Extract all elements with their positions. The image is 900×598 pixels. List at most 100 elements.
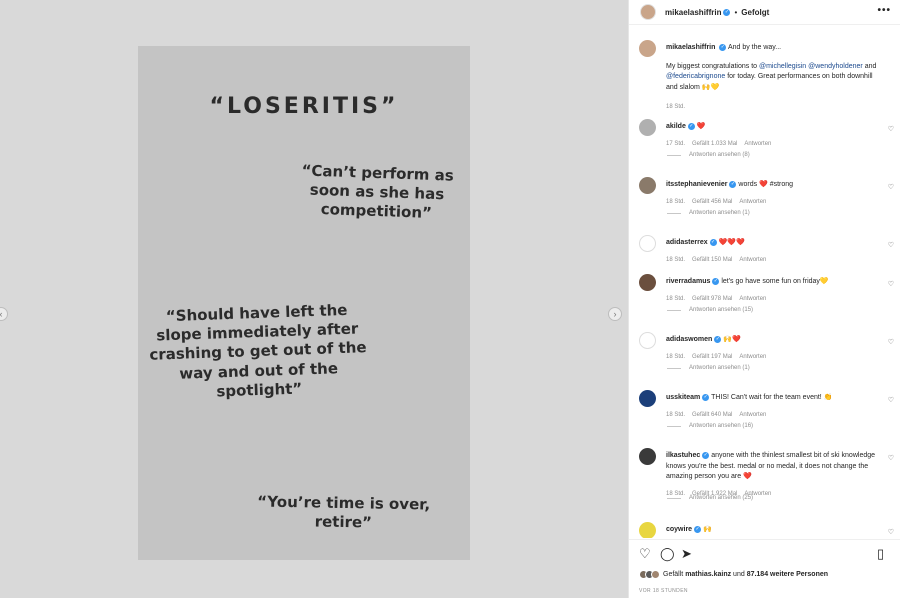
- comment-username[interactable]: adidasterrex: [666, 239, 708, 246]
- post-header: mikaelashiffrin ✓ • Gefolgt •••: [629, 0, 900, 24]
- mention-link[interactable]: @federicabrignone: [666, 73, 725, 80]
- comment-heart-icon[interactable]: ♡: [888, 183, 894, 191]
- liked-by-user[interactable]: mathias.kainz: [685, 571, 731, 578]
- comment-time: 18 Std.: [666, 256, 686, 263]
- comment-username[interactable]: itsstephanievenier: [666, 181, 727, 188]
- liker-avatar: [651, 570, 660, 579]
- bookmark-icon[interactable]: ▯: [877, 546, 884, 562]
- comment-text: ❤️: [696, 123, 706, 130]
- media-area: “LOSERITIS” “Can’t perform as soon as sh…: [0, 0, 628, 598]
- reply-button[interactable]: Antworten: [739, 296, 766, 302]
- comment-text: THIS! Can't wait for the team event! 👏: [711, 394, 833, 401]
- comment-heart-icon[interactable]: ♡: [888, 280, 894, 288]
- author-avatar[interactable]: [640, 4, 656, 20]
- commenter-avatar[interactable]: [639, 390, 656, 407]
- caption-lead: And by the way...: [727, 44, 782, 51]
- comment-body: ilkastuhec ✓ anyone with the thinlest sma…: [666, 451, 884, 499]
- verified-badge-icon: ✓: [729, 180, 737, 188]
- view-replies-label: Antworten ansehen (1): [689, 210, 750, 216]
- header-divider: [629, 24, 900, 25]
- caption-time-text: 18 Std.: [666, 104, 686, 110]
- verified-badge-icon: ✓: [702, 451, 710, 459]
- comment-meta: 17 Std. Gefällt 1.033 Mal Antworten: [666, 139, 884, 150]
- commenter-avatar[interactable]: [639, 332, 656, 349]
- post-image[interactable]: “LOSERITIS” “Can’t perform as soon as sh…: [138, 46, 470, 560]
- verified-badge-icon: ✓: [723, 8, 731, 16]
- reply-button[interactable]: Antworten: [744, 141, 771, 147]
- comment-time: 18 Std.: [666, 198, 686, 205]
- comment-body: riverradamus ✓ let's go have some fun on …: [666, 277, 884, 304]
- commenter-avatar[interactable]: [639, 177, 656, 194]
- comment-username[interactable]: usskiteam: [666, 394, 700, 401]
- view-replies-label: Antworten ansehen (16): [689, 423, 754, 429]
- comment-like-count[interactable]: Gefällt 640 Mal: [692, 412, 732, 418]
- comment-heart-icon[interactable]: ♡: [888, 338, 894, 346]
- commenter-avatar[interactable]: [639, 119, 656, 136]
- view-replies-button[interactable]: Antworten ansehen (1): [667, 210, 750, 216]
- comment-time: 17 Std.: [666, 140, 686, 147]
- comment-time: 18 Std.: [666, 295, 686, 302]
- commenter-avatar[interactable]: [639, 448, 656, 465]
- header-separator: •: [734, 7, 738, 17]
- chevron-right-icon: ›: [613, 309, 617, 319]
- caption-username[interactable]: mikaelashiffrin: [666, 44, 715, 51]
- reply-button[interactable]: Antworten: [739, 199, 766, 205]
- comment-username[interactable]: coywire: [666, 526, 692, 533]
- likes-text: Gefällt mathias.kainz und 87.184 weitere…: [663, 571, 828, 578]
- comment-like-count[interactable]: Gefällt 456 Mal: [692, 199, 732, 205]
- replies-line: [667, 154, 681, 156]
- caption-body: mikaelashiffrin ✓ And by the way... My b…: [666, 43, 884, 113]
- comments-list[interactable]: mikaelashiffrin ✓ And by the way... My b…: [629, 26, 900, 538]
- heart-outline-icon[interactable]: ♡: [639, 546, 651, 562]
- reply-button[interactable]: Antworten: [739, 354, 766, 360]
- replies-line: [667, 309, 681, 311]
- view-replies-button[interactable]: Antworten ansehen (16): [667, 423, 753, 429]
- comment-heart-icon[interactable]: ♡: [888, 396, 894, 404]
- comment-username[interactable]: ilkastuhec: [666, 452, 700, 459]
- reply-button[interactable]: Antworten: [739, 257, 766, 263]
- slide-quote-1: “Can’t perform as soon as she has compet…: [301, 161, 455, 223]
- comment-like-count[interactable]: Gefällt 978 Mal: [692, 296, 732, 302]
- more-options-icon[interactable]: •••: [877, 5, 891, 16]
- caption-and: and: [864, 62, 877, 70]
- verified-badge-icon: ✓: [712, 277, 720, 285]
- next-slide-button[interactable]: ›: [608, 307, 622, 321]
- liked-by-count[interactable]: 87.184 weitere Personen: [747, 571, 828, 578]
- previous-post-button[interactable]: ‹: [0, 307, 8, 321]
- view-replies-button[interactable]: Antworten ansehen (15): [667, 307, 753, 313]
- comment-username[interactable]: riverradamus: [666, 278, 710, 285]
- share-icon[interactable]: ➤: [681, 546, 692, 562]
- view-replies-button[interactable]: Antworten ansehen (1): [667, 365, 750, 371]
- likes-summary[interactable]: Gefällt mathias.kainz und 87.184 weitere…: [639, 570, 828, 579]
- view-replies-button[interactable]: Antworten ansehen (8): [667, 152, 750, 158]
- caption-avatar[interactable]: [639, 40, 656, 57]
- comment-username[interactable]: akilde: [666, 123, 686, 130]
- comment-meta: 18 Std. Gefällt 197 Mal Antworten: [666, 352, 884, 363]
- view-replies-label: Antworten ansehen (1): [689, 365, 750, 371]
- mention-link[interactable]: @michellegisin: [759, 63, 806, 70]
- mention-link[interactable]: @wendyholdener: [808, 63, 863, 70]
- comment-heart-icon[interactable]: ♡: [888, 528, 894, 536]
- commenter-avatar[interactable]: [639, 522, 656, 538]
- replies-line: [667, 212, 681, 214]
- reply-button[interactable]: Antworten: [739, 412, 766, 418]
- comment-like-count[interactable]: Gefällt 1.033 Mal: [692, 141, 737, 147]
- author-username[interactable]: mikaelashiffrin: [665, 8, 721, 17]
- comment-like-count[interactable]: Gefällt 150 Mal: [692, 257, 732, 263]
- commenter-avatar[interactable]: [639, 274, 656, 291]
- commenter-avatar[interactable]: [639, 235, 656, 252]
- comment-icon[interactable]: ◯: [660, 546, 675, 562]
- comment-text: ❤️❤️❤️: [718, 239, 745, 246]
- comment-heart-icon[interactable]: ♡: [888, 125, 894, 133]
- follow-status-button[interactable]: Gefolgt: [741, 8, 769, 17]
- comment-heart-icon[interactable]: ♡: [888, 241, 894, 249]
- verified-badge-icon: ✓: [702, 393, 710, 401]
- verified-badge-icon: ✓: [694, 525, 702, 533]
- comment-body: coywire ✓ 🙌: [666, 525, 884, 536]
- verified-badge-icon: ✓: [714, 335, 722, 343]
- comment-meta: 18 Std. Gefällt 456 Mal Antworten: [666, 197, 884, 208]
- view-replies-button[interactable]: Antworten ansehen (25): [667, 495, 753, 501]
- comment-username[interactable]: adidaswomen: [666, 336, 712, 343]
- comment-heart-icon[interactable]: ♡: [888, 454, 894, 462]
- comment-like-count[interactable]: Gefällt 197 Mal: [692, 354, 732, 360]
